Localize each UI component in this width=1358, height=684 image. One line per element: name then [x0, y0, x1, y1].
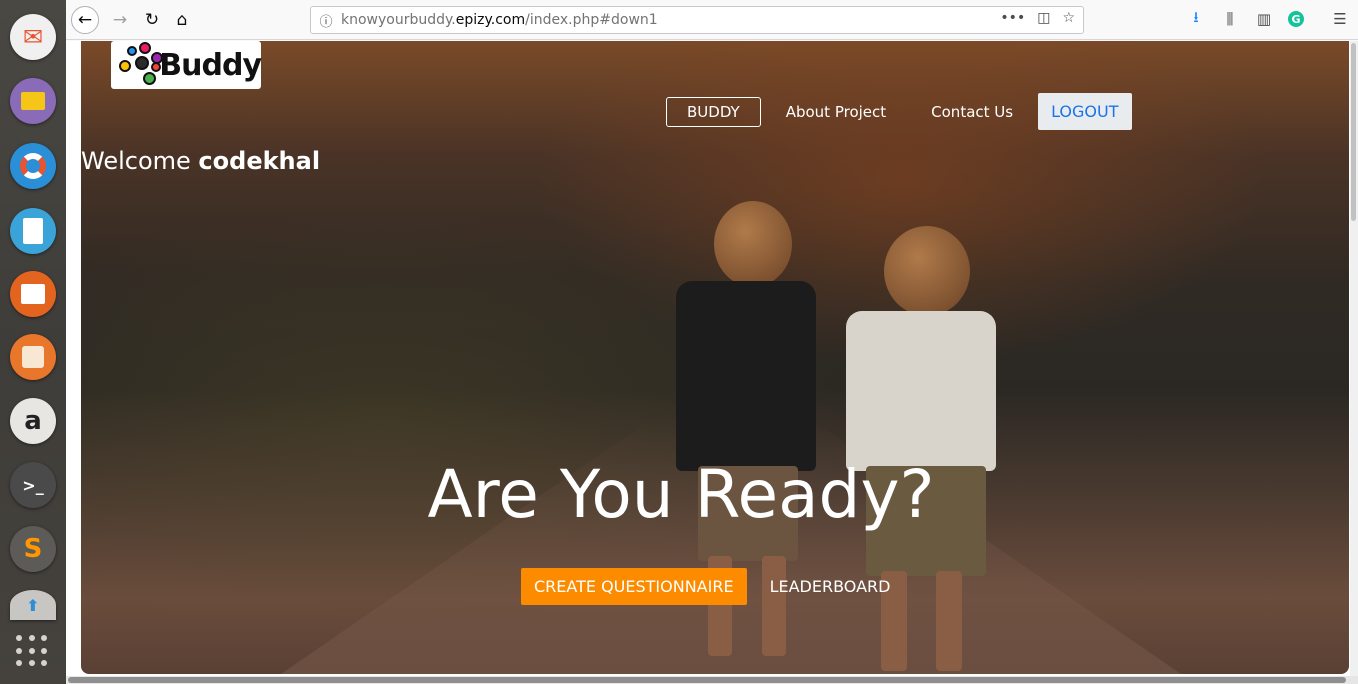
menu-icon[interactable]: ☰ — [1330, 9, 1350, 29]
software-center-app-icon[interactable] — [10, 334, 56, 380]
email-app-icon[interactable]: ✉ — [10, 14, 56, 60]
help-app-icon[interactable] — [10, 143, 56, 189]
page-actions-icon[interactable]: ••• — [1000, 10, 1025, 26]
sublime-text-app-icon[interactable]: S — [10, 526, 56, 572]
kid-right-image — [826, 226, 1026, 674]
nav-about-link[interactable]: About Project — [786, 103, 886, 121]
main-nav: BUDDY About Project Contact Us LOGOUT — [666, 93, 1132, 130]
username: codekhal — [198, 147, 321, 175]
pocket-icon[interactable]: ◫ — [1037, 10, 1050, 26]
horizontal-scrollbar[interactable] — [66, 676, 1358, 684]
nav-contact-link[interactable]: Contact Us — [931, 103, 1013, 121]
welcome-prefix: Welcome — [81, 147, 191, 175]
files-app-icon[interactable] — [10, 78, 56, 124]
reload-icon[interactable]: ↻ — [138, 6, 166, 34]
url-path: /index.php#down1 — [525, 12, 658, 28]
site-info-icon[interactable]: ⓘ — [311, 11, 341, 30]
home-icon[interactable]: ⌂ — [168, 6, 196, 34]
url-prefix: knowyourbuddy. — [341, 12, 456, 28]
welcome-message: Welcome codekhal — [81, 147, 320, 175]
sidebar-icon[interactable]: ▥ — [1254, 9, 1274, 29]
page-viewport: Buddy BUDDY About Project Contact Us LOG… — [66, 41, 1358, 684]
bookmark-star-icon[interactable]: ☆ — [1062, 10, 1075, 26]
text-editor-app-icon[interactable] — [10, 208, 56, 254]
logout-button[interactable]: LOGOUT — [1038, 93, 1132, 130]
molecule-logo-icon — [115, 42, 163, 88]
browser-toolbar: ← → ↻ ⌂ ⓘ knowyourbuddy. epizy.com/index.… — [66, 0, 1358, 40]
hero-section: Buddy BUDDY About Project Contact Us LOG… — [81, 41, 1349, 674]
grammarly-icon[interactable]: G — [1288, 11, 1304, 27]
updater-app-icon[interactable]: ⬆ — [10, 590, 56, 620]
nav-buddy-button[interactable]: BUDDY — [666, 96, 761, 127]
forward-arrow-icon[interactable]: → — [106, 6, 134, 34]
logo-text: Buddy — [159, 47, 262, 83]
create-questionnaire-button[interactable]: CREATE QUESTIONNAIRE — [521, 568, 747, 605]
buddy-logo[interactable]: Buddy — [111, 41, 262, 89]
library-icon[interactable]: ⫼ — [1220, 9, 1240, 29]
amazon-app-icon[interactable]: a — [10, 398, 56, 444]
browser-window: ← → ↻ ⌂ ⓘ knowyourbuddy. epizy.com/index.… — [66, 0, 1358, 684]
hero-headline: Are You Ready? — [427, 456, 935, 533]
back-arrow-icon[interactable]: ← — [71, 6, 99, 34]
ubuntu-launcher: ✉ a >_ S ⬆ — [0, 0, 66, 684]
show-applications-icon[interactable] — [16, 635, 50, 669]
vertical-scrollbar[interactable] — [1350, 41, 1358, 684]
terminal-app-icon[interactable]: >_ — [10, 462, 56, 508]
url-domain: epizy.com — [455, 12, 526, 28]
leaderboard-button[interactable]: LEADERBOARD — [770, 577, 891, 596]
presentation-app-icon[interactable] — [10, 271, 56, 317]
hero-actions: CREATE QUESTIONNAIRE LEADERBOARD — [521, 568, 890, 605]
address-bar[interactable]: ⓘ knowyourbuddy. epizy.com/index.php#down… — [310, 6, 1084, 34]
download-icon[interactable]: ⭳ — [1186, 8, 1206, 29]
